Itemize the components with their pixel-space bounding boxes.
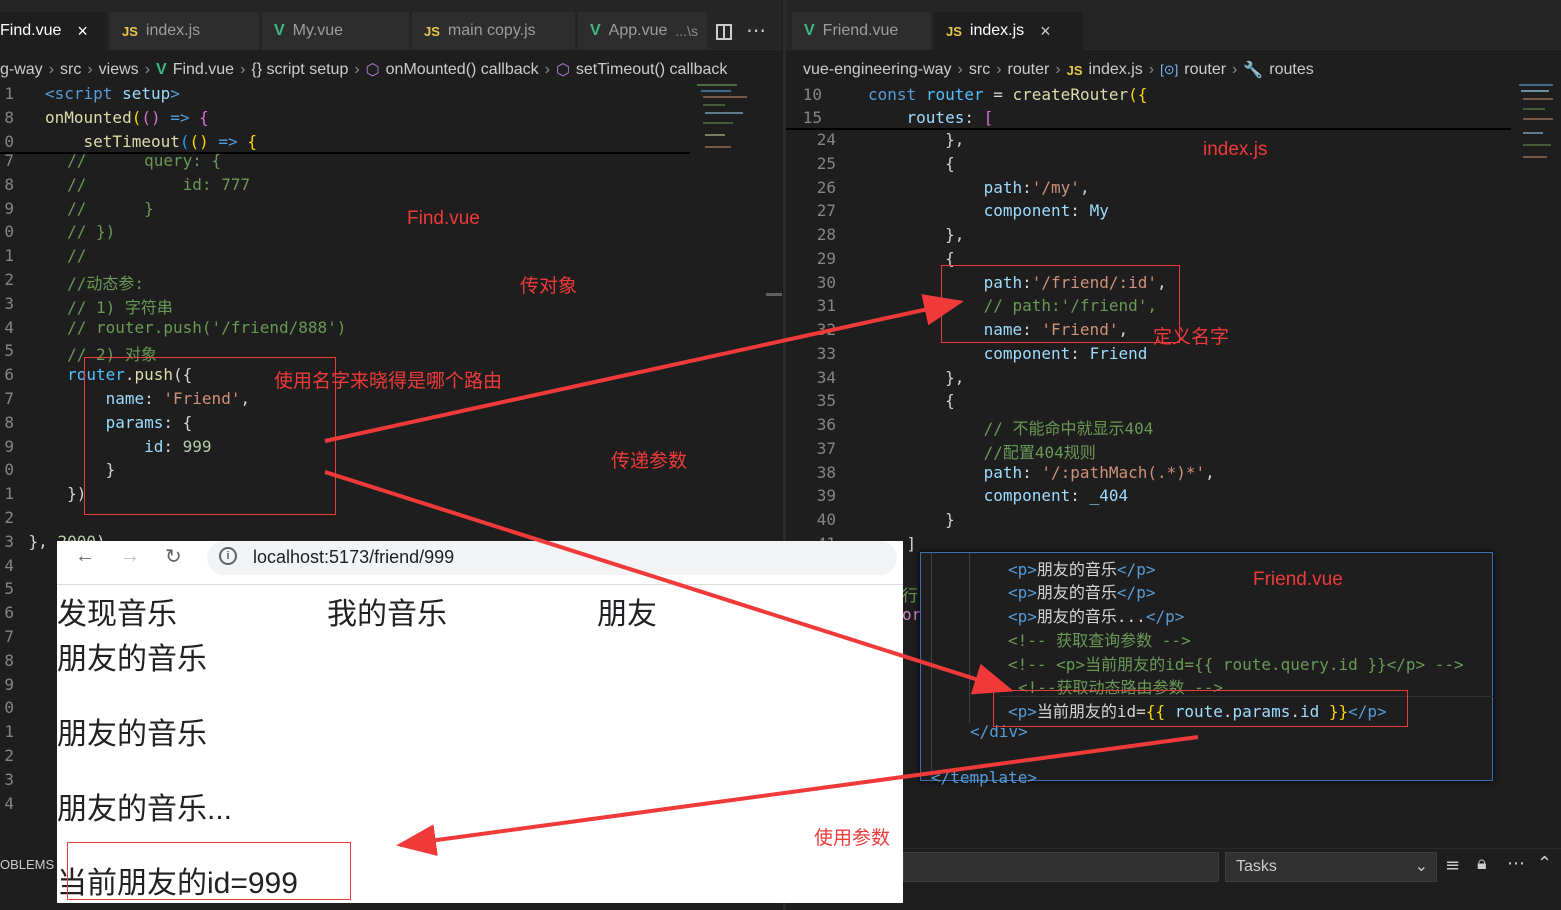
arrow-to-route-definition [324,294,964,443]
arrow-to-params-usage [324,470,1014,695]
annotation-arrows [324,294,1199,857]
arrow-to-browser-output [396,735,1199,857]
